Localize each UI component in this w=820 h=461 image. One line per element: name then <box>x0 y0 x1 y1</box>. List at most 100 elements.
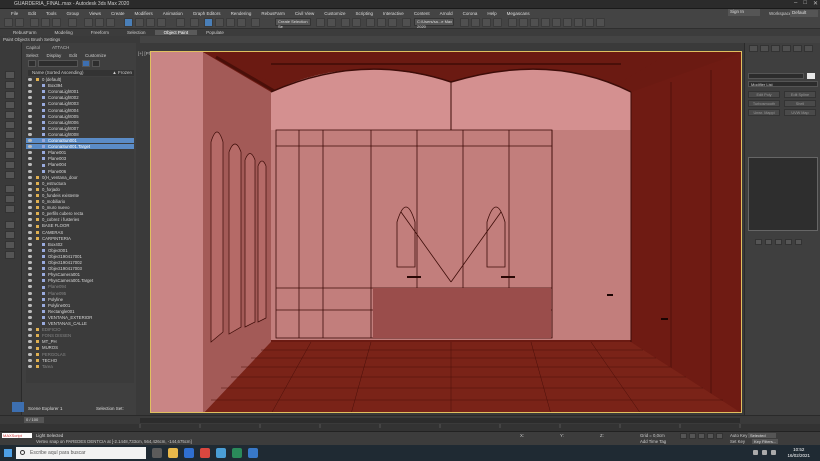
tree-layer-row[interactable]: FONS DISSEN <box>26 333 134 338</box>
tree-object-row[interactable]: CoronaLight001 <box>26 89 134 94</box>
hierarchy-tab-icon[interactable] <box>771 45 780 52</box>
visibility-icon[interactable] <box>28 242 32 246</box>
layer-explorer-icon[interactable] <box>341 18 350 27</box>
tree-object-row[interactable]: Plane004 <box>26 162 134 167</box>
pin-stack-icon[interactable] <box>755 239 762 245</box>
visibility-icon[interactable] <box>28 90 32 94</box>
frozen-column-header[interactable]: ▲ Frozen <box>112 70 132 76</box>
ribbon-tab[interactable]: Freeform <box>82 30 118 35</box>
visibility-icon[interactable] <box>28 200 32 203</box>
tree-object-row[interactable]: CoronaSun001.Target <box>26 144 134 150</box>
visibility-icon[interactable] <box>28 114 32 118</box>
visibility-icon[interactable] <box>28 322 32 325</box>
visibility-icon[interactable] <box>28 267 32 271</box>
visibility-icon[interactable] <box>28 346 32 350</box>
minimize-icon[interactable]: – <box>794 0 797 7</box>
visibility-icon[interactable] <box>28 187 32 191</box>
display-bones-icon[interactable] <box>5 161 15 169</box>
visibility-icon[interactable] <box>28 297 32 301</box>
menu-item[interactable]: Arnold <box>435 11 458 16</box>
visibility-icon[interactable] <box>28 212 32 216</box>
tree-object-row[interactable]: Object001 <box>26 248 134 253</box>
tree-object-row[interactable]: Polyline <box>26 297 134 302</box>
percent-snap-icon[interactable] <box>226 18 235 27</box>
tree-layer-row[interactable]: PERGOLAS <box>26 352 134 357</box>
sort-icon[interactable] <box>92 60 100 67</box>
display-children-icon[interactable] <box>5 221 15 229</box>
visibility-icon[interactable] <box>28 145 32 149</box>
display-frozen-icon[interactable] <box>5 185 15 193</box>
close-icon[interactable]: ✕ <box>813 0 818 7</box>
ribbon-tab-active[interactable]: Object Paint <box>154 30 198 35</box>
tree-layer-row[interactable]: MT_PH <box>26 339 134 344</box>
visibility-icon[interactable] <box>28 139 32 142</box>
tree-object-row[interactable]: Plane006 <box>26 169 134 174</box>
taskbar-clock[interactable]: 10:52 16/02/2021 <box>787 447 810 459</box>
tree-object-row[interactable]: Object190417001 <box>26 254 134 259</box>
visibility-icon[interactable] <box>28 132 32 136</box>
visibility-icon[interactable] <box>28 309 32 313</box>
scene-explorer-dropdown[interactable]: Scene Explorer 1 <box>28 406 63 411</box>
render-icon[interactable] <box>471 18 480 27</box>
selection-filter-icon[interactable] <box>68 18 77 27</box>
go-to-start-icon[interactable] <box>680 433 687 439</box>
sync-selection-icon[interactable] <box>5 241 15 249</box>
tree-layer-row[interactable]: MUROS <box>26 345 134 350</box>
schematic-view-icon[interactable] <box>377 18 386 27</box>
tree-object-row[interactable]: VENTANA_EXTERIOR <box>26 315 134 320</box>
visibility-icon[interactable] <box>28 218 32 222</box>
menu-item[interactable]: Edit <box>23 11 41 16</box>
uvw-map-button[interactable]: UVW Map <box>784 109 816 116</box>
camera-viewport[interactable] <box>150 51 742 413</box>
scene-menu-display[interactable]: Display <box>47 53 62 58</box>
tree-object-row[interactable]: Polyline001 <box>26 303 134 308</box>
photoshop-app-icon[interactable] <box>248 448 258 458</box>
visibility-icon[interactable] <box>28 315 32 319</box>
ribbon-tab[interactable]: RebusFarm <box>4 30 46 35</box>
visibility-icon[interactable] <box>28 340 32 344</box>
visibility-icon[interactable] <box>28 157 32 161</box>
redo-icon[interactable] <box>15 18 24 27</box>
visibility-icon[interactable] <box>28 285 32 289</box>
rect-selection-icon[interactable] <box>106 18 115 27</box>
visibility-icon[interactable] <box>28 78 32 81</box>
next-frame-icon[interactable] <box>707 433 714 439</box>
tree-object-row[interactable]: CoronaLight007 <box>26 126 134 131</box>
motion-tab-icon[interactable] <box>782 45 791 52</box>
corona-vfb-icon[interactable] <box>519 18 528 27</box>
place-icon[interactable] <box>157 18 166 27</box>
visibility-icon[interactable] <box>28 261 32 264</box>
menu-item[interactable]: RebusFarm <box>256 11 290 16</box>
display-shapes-icon[interactable] <box>5 91 15 99</box>
spinner-snap-icon[interactable] <box>237 18 246 27</box>
display-all-icon[interactable] <box>5 205 15 213</box>
visibility-icon[interactable] <box>28 96 32 100</box>
mirror-icon[interactable] <box>316 18 325 27</box>
visibility-icon[interactable] <box>28 334 32 338</box>
edit-spline-button[interactable]: Edit Spline <box>784 91 816 98</box>
menu-item[interactable]: Tools <box>41 11 62 16</box>
visibility-icon[interactable] <box>28 206 32 210</box>
menu-item[interactable]: Corona <box>458 11 483 16</box>
visibility-icon[interactable] <box>28 151 32 155</box>
volume-icon[interactable] <box>762 450 767 455</box>
previous-frame-icon[interactable] <box>689 433 696 439</box>
tree-object-row[interactable]: Plane095 <box>26 291 134 296</box>
menu-item[interactable]: Help <box>482 11 501 16</box>
tree-object-row[interactable]: Plane001 <box>26 150 134 155</box>
play-icon[interactable] <box>698 433 705 439</box>
visibility-icon[interactable] <box>28 181 32 185</box>
tree-object-row[interactable]: CoronaSun001 <box>26 138 134 144</box>
visibility-icon[interactable] <box>28 328 32 332</box>
create-tab-icon[interactable] <box>749 45 758 52</box>
visibility-icon[interactable] <box>28 126 32 130</box>
visibility-icon[interactable] <box>28 236 32 240</box>
scene-search-input[interactable] <box>38 60 78 67</box>
edit-named-sets-icon[interactable] <box>251 18 260 27</box>
modifier-list-dropdown[interactable]: Modifier List <box>748 81 818 87</box>
selection-set-dropdown[interactable]: Create Selection Se <box>275 18 311 29</box>
taskbar-search[interactable]: Escribe aquí para buscar <box>16 447 146 459</box>
tree-layer-row[interactable]: 0 (default) <box>26 77 134 82</box>
time-slider-track[interactable] <box>140 418 740 423</box>
scene-menu-select[interactable]: Select <box>26 53 39 58</box>
